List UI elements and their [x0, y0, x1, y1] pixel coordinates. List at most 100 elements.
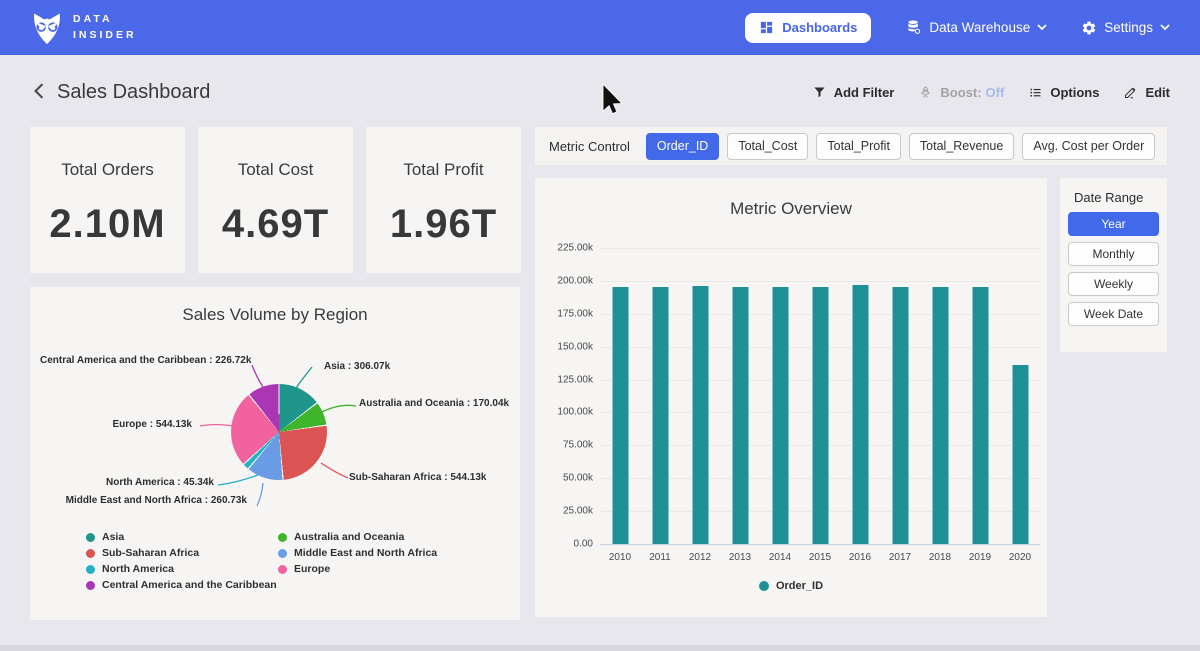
kpi-card-total-profit: Total Profit 1.96T: [366, 127, 521, 273]
date-range-option-year[interactable]: Year: [1068, 212, 1159, 236]
date-range-option-week-date[interactable]: Week Date: [1068, 302, 1159, 326]
metric-option-total-profit[interactable]: Total_Profit: [816, 133, 901, 160]
legend-label: Australia and Oceania: [294, 531, 404, 543]
brand-line2: INSIDER: [73, 28, 137, 43]
settings-label: Settings: [1104, 20, 1153, 35]
sales-volume-chart: Sales Volume by Region Asia : 306.07k Au…: [30, 287, 520, 620]
gridline: [600, 544, 1040, 545]
edit-button[interactable]: Edit: [1123, 85, 1170, 100]
x-tick-label: 2018: [923, 552, 957, 563]
options-list-icon: [1028, 85, 1043, 100]
date-range-option-monthly[interactable]: Monthly: [1068, 242, 1159, 266]
y-tick-label: 200.00k: [557, 275, 593, 286]
metric-options: Order_ID Total_Cost Total_Profit Total_Reve…: [646, 133, 1155, 160]
date-range-options: Year Monthly Weekly Week Date: [1068, 212, 1159, 332]
date-range-panel: Date Range Year Monthly Weekly Week Date: [1060, 178, 1167, 352]
y-tick-label: 25.00k: [563, 506, 593, 517]
legend-item-australia-and-oceania[interactable]: Australia and Oceania: [278, 529, 470, 545]
page-title: Sales Dashboard: [57, 81, 210, 104]
chevron-left-icon: [32, 83, 46, 99]
legend-item-north-america[interactable]: North America: [86, 561, 278, 577]
add-filter-button[interactable]: Add Filter: [812, 85, 895, 100]
metric-control-label: Metric Control: [549, 139, 630, 154]
owl-logo-icon: [30, 10, 64, 46]
bar-2019[interactable]: [972, 287, 989, 544]
legend-label: Middle East and North Africa: [294, 547, 437, 559]
metric-overview-chart: Metric Overview 225.00k200.00k175.00k150…: [535, 178, 1047, 617]
bar-2013[interactable]: [732, 287, 749, 544]
pie-label-australia-and-oceania: Australia and Oceania : 170.04k: [359, 398, 509, 409]
legend-item-central-america-and-the-caribbean[interactable]: Central America and the Caribbean: [86, 577, 278, 593]
chevron-down-icon: [1037, 24, 1047, 31]
kpi-label: Total Cost: [198, 160, 353, 180]
date-range-option-weekly[interactable]: Weekly: [1068, 272, 1159, 296]
legend-label: Europe: [294, 563, 330, 575]
bar-2014[interactable]: [772, 287, 789, 544]
chevron-down-icon: [1160, 24, 1170, 31]
y-tick-label: 125.00k: [557, 374, 593, 385]
bar-2016[interactable]: [852, 285, 869, 544]
boost-state: Off: [986, 85, 1005, 100]
metric-control-bar: Metric Control Order_ID Total_Cost Total_P…: [535, 127, 1167, 165]
rocket-icon: [918, 85, 933, 100]
options-button[interactable]: Options: [1028, 85, 1099, 100]
x-tick-label: 2011: [643, 552, 677, 563]
legend-item-asia[interactable]: Asia: [86, 529, 278, 545]
bar-chart-y-axis: 225.00k200.00k175.00k150.00k125.00k100.0…: [539, 248, 593, 544]
y-tick-label: 75.00k: [563, 440, 593, 451]
kpi-value: 2.10M: [30, 202, 185, 247]
pencil-icon: [1123, 85, 1138, 100]
x-tick-label: 2016: [843, 552, 877, 563]
bottom-scrollbar-track[interactable]: [0, 645, 1200, 651]
kpi-card-total-orders: Total Orders 2.10M: [30, 127, 185, 273]
dashboards-button[interactable]: Dashboards: [745, 13, 871, 43]
kpi-value: 4.69T: [198, 202, 353, 247]
pie-label-sub-saharan-africa: Sub-Saharan Africa : 544.13k: [349, 472, 486, 483]
legend-dot: [86, 533, 95, 542]
legend-dot: [278, 533, 287, 542]
legend-item-sub-saharan-africa[interactable]: Sub-Saharan Africa: [86, 545, 278, 561]
back-button[interactable]: [28, 81, 50, 103]
bar-2020[interactable]: [1012, 365, 1029, 544]
legend-item-europe[interactable]: Europe: [278, 561, 470, 577]
pie-chart-legend: Asia Sub-Saharan Africa North America Centr…: [86, 529, 470, 593]
y-tick-label: 0.00: [574, 539, 593, 550]
settings-menu[interactable]: Settings: [1081, 20, 1170, 36]
dashboard-grid-icon: [759, 20, 774, 35]
metric-option-total-revenue[interactable]: Total_Revenue: [909, 133, 1014, 160]
filter-funnel-icon: [812, 85, 827, 100]
bar-2015[interactable]: [812, 287, 829, 544]
x-tick-label: 2013: [723, 552, 757, 563]
kpi-card-total-cost: Total Cost 4.69T: [198, 127, 353, 273]
boost-label: Boost:: [940, 85, 981, 100]
metric-option-avg-cost-per-order[interactable]: Avg. Cost per Order: [1022, 133, 1155, 160]
x-tick-label: 2012: [683, 552, 717, 563]
metric-option-total-cost[interactable]: Total_Cost: [727, 133, 808, 160]
bar-2010[interactable]: [612, 287, 629, 544]
navbar: DATA INSIDER Dashboards Data Warehouse: [0, 0, 1200, 55]
brand-logo[interactable]: DATA INSIDER: [30, 10, 137, 46]
date-range-label: Date Range: [1074, 190, 1143, 205]
brand-line1: DATA: [73, 12, 137, 27]
legend-dot: [759, 581, 769, 591]
bar-2018[interactable]: [932, 287, 949, 544]
pie-chart[interactable]: [231, 384, 327, 480]
boost-toggle[interactable]: Boost: Off: [918, 85, 1004, 100]
pie-label-central-america-and-the-caribbean: Central America and the Caribbean : 226.…: [40, 355, 241, 366]
metric-option-order-id[interactable]: Order_ID: [646, 133, 719, 160]
bar-chart-legend[interactable]: Order_ID: [535, 580, 1047, 592]
pie-label-asia: Asia : 306.07k: [324, 361, 390, 372]
bar-2017[interactable]: [892, 287, 909, 544]
bar-2012[interactable]: [692, 286, 709, 545]
add-filter-label: Add Filter: [834, 85, 895, 100]
pie-label-north-america: North America : 45.34k: [70, 477, 214, 488]
x-tick-label: 2019: [963, 552, 997, 563]
dashboards-label: Dashboards: [782, 20, 857, 35]
header-actions: Add Filter Boost: Off Options: [812, 85, 1170, 100]
data-warehouse-menu[interactable]: Data Warehouse: [905, 19, 1047, 36]
edit-label: Edit: [1145, 85, 1170, 100]
bar-2011[interactable]: [652, 287, 669, 544]
legend-item-middle-east-and-north-africa[interactable]: Middle East and North Africa: [278, 545, 470, 561]
legend-label: Central America and the Caribbean: [102, 579, 277, 591]
legend-label: Sub-Saharan Africa: [102, 547, 199, 559]
